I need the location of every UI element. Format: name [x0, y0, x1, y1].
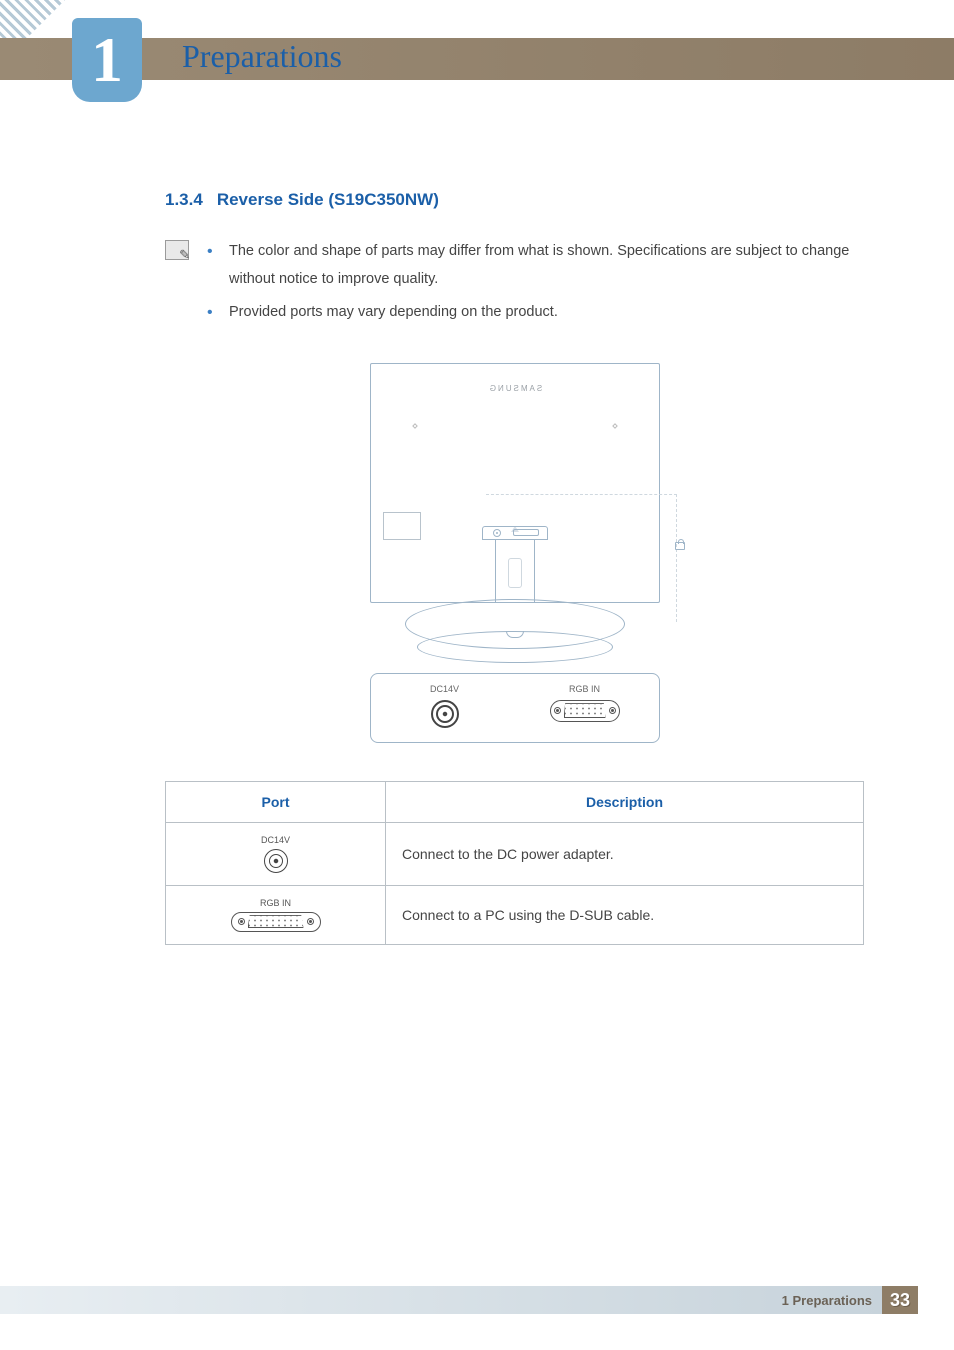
section-title: Reverse Side (S19C350NW): [217, 190, 439, 209]
monitor-diagram: SAMSUNG: [370, 363, 660, 743]
monitor-rear: SAMSUNG: [370, 363, 660, 603]
base-ellipse: [417, 631, 613, 663]
diagram-wrap: SAMSUNG: [165, 363, 864, 743]
callout-dash: [486, 494, 677, 495]
vga-connector-icon: [248, 915, 304, 928]
vga-screw-icon: [609, 707, 616, 714]
desc-cell: Connect to the DC power adapter.: [386, 822, 864, 885]
th-description: Description: [386, 781, 864, 822]
callout-rgb: RGB IN: [525, 684, 645, 722]
kensington-lock-icon: [675, 542, 685, 550]
page-number: 33: [882, 1286, 918, 1314]
port-table: Port Description DC14V Connect to the DC…: [165, 781, 864, 945]
vga-screw-icon: [307, 918, 314, 925]
note-item: The color and shape of parts may differ …: [207, 238, 864, 293]
footer-band: 1 Preparations: [0, 1286, 882, 1314]
desc-cell: Connect to a PC using the D-SUB cable.: [386, 885, 864, 944]
chapter-number: 1: [91, 28, 123, 92]
port-cell: DC14V: [166, 822, 386, 885]
page-content: 1.3.4 Reverse Side (S19C350NW) The color …: [165, 190, 864, 945]
callout-dc: DC14V: [385, 684, 505, 728]
table-row: DC14V Connect to the DC power adapter.: [166, 822, 864, 885]
dc-port-mini-icon: [493, 529, 501, 537]
th-port: Port: [166, 781, 386, 822]
screw-hole-icon: [412, 423, 418, 429]
chapter-tab: 1: [72, 18, 142, 102]
vga-port-icon: [550, 700, 620, 722]
note-list: The color and shape of parts may differ …: [207, 238, 864, 333]
dc-port-icon: [431, 700, 459, 728]
screw-hole-icon: [612, 423, 618, 429]
vga-screw-icon: [554, 707, 561, 714]
footer-text: 1 Preparations: [782, 1293, 872, 1308]
table-row: RGB IN Connect to a PC using the D-SUB c…: [166, 885, 864, 944]
callout-dc-label: DC14V: [385, 684, 505, 694]
section-number: 1.3.4: [165, 190, 203, 209]
callout-rgb-label: RGB IN: [525, 684, 645, 694]
vga-connector-icon: [564, 703, 606, 718]
callout-dash: [676, 494, 677, 622]
stand-neck: [495, 540, 535, 602]
brand-logo: SAMSUNG: [371, 384, 659, 393]
stand-inner: [508, 558, 522, 588]
port-label: DC14V: [182, 835, 369, 845]
port-cell: RGB IN: [166, 885, 386, 944]
chapter-title: Preparations: [182, 38, 342, 75]
header-band: [0, 38, 954, 80]
vga-screw-icon: [238, 918, 245, 925]
note-block: The color and shape of parts may differ …: [165, 238, 864, 333]
port-callout-box: DC14V RGB IN: [370, 673, 660, 743]
stand-base: [370, 595, 660, 655]
note-item: Provided ports may vary depending on the…: [207, 299, 864, 327]
section-heading: 1.3.4 Reverse Side (S19C350NW): [165, 190, 864, 210]
port-label: RGB IN: [182, 898, 369, 908]
panel-rect: [383, 512, 421, 540]
vga-port-icon: [231, 912, 321, 932]
dc-port-icon: [264, 849, 288, 873]
note-icon: [165, 240, 189, 260]
